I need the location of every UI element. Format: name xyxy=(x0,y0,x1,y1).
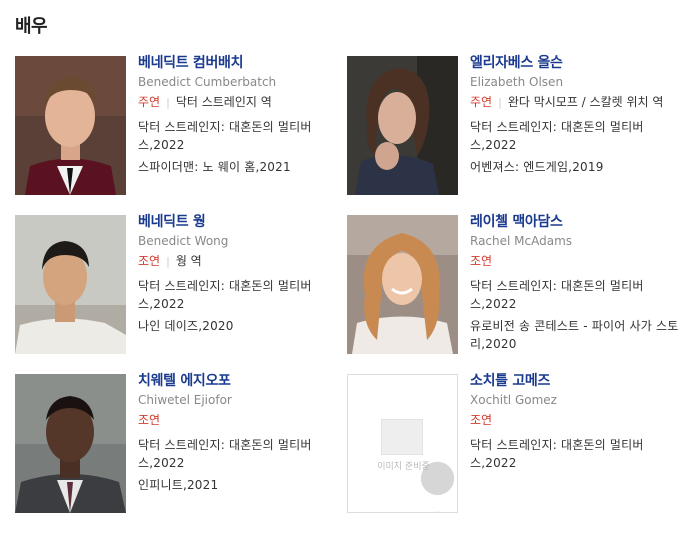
actor-name-english: Elizabeth Olsen xyxy=(470,75,564,89)
actor-name-link[interactable]: 소치틀 고메즈 xyxy=(470,373,685,389)
actor-photo-placeholder[interactable]: 이미지 준비중 xyxy=(347,374,458,513)
actor-role-line: 조연 xyxy=(138,412,353,429)
filmography-link[interactable]: 닥터 스트레인지: 대혼돈의 멀티버스,2022 xyxy=(138,277,353,313)
actor-role-line: 조연 | 웡 역 xyxy=(138,253,353,270)
filmography-link[interactable]: 유로비전 송 콘테스트 - 파이어 사가 스토리,2020 xyxy=(470,317,685,353)
actor-portrait-image xyxy=(15,215,126,354)
actor-name-link[interactable]: 레이첼 맥아담스 xyxy=(470,214,685,230)
role-divider: | xyxy=(166,96,170,109)
actor-portrait-image xyxy=(347,215,458,354)
filmography-link[interactable]: 어벤져스: 엔드게임,2019 xyxy=(470,158,685,176)
filmography-link[interactable]: 닥터 스트레인지: 대혼돈의 멀티버스,2022 xyxy=(470,277,685,313)
actor-portrait-image xyxy=(15,374,126,513)
role-type-badge: 주연 xyxy=(470,95,493,109)
actor-card: 레이첼 맥아담스 Rachel McAdams 조연 닥터 스트레인지: 대혼돈… xyxy=(347,214,687,355)
role-type-badge: 주연 xyxy=(138,95,161,109)
filmography-link[interactable]: 닥터 스트레인지: 대혼돈의 멀티버스,2022 xyxy=(138,436,353,472)
role-divider: | xyxy=(166,255,170,268)
role-divider: | xyxy=(498,96,502,109)
actor-name-link[interactable]: 치웨텔 에지오포 xyxy=(138,373,353,389)
actor-photo[interactable] xyxy=(15,215,126,354)
actor-name-link[interactable]: 엘리자베스 올슨 xyxy=(470,55,685,71)
filmography-link[interactable]: 스파이더맨: 노 웨이 홈,2021 xyxy=(138,158,353,176)
actor-card: 베네딕트 컴버배치 Benedict Cumberbatch 주연 | 닥터 스트레… xyxy=(15,55,355,196)
filmography-link[interactable]: 닥터 스트레인지: 대혼돈의 멀티버스,2022 xyxy=(470,118,685,154)
actor-card: 엘리자베스 올슨 Elizabeth Olsen 주연 | 완다 막시모프 / 스칼… xyxy=(347,55,687,196)
role-type-badge: 조연 xyxy=(470,254,493,268)
actor-name-english: Benedict Wong xyxy=(138,234,229,248)
role-type-badge: 조연 xyxy=(138,254,161,268)
no-image-text: 이미지 준비중 xyxy=(377,462,430,472)
actor-name-english: Xochitl Gomez xyxy=(470,393,557,407)
actor-photo[interactable] xyxy=(347,215,458,354)
character-role: 웡 역 xyxy=(175,254,202,268)
section-title: 배우 xyxy=(15,16,48,37)
actor-photo[interactable] xyxy=(15,56,126,195)
character-role: 완다 막시모프 / 스칼렛 위치 역 xyxy=(507,95,664,109)
actor-card: 베네딕트 웡 Benedict Wong 조연 | 웡 역 닥터 스트레인지: 대혼… xyxy=(15,214,355,355)
filmography-link[interactable]: 나인 데이즈,2020 xyxy=(138,317,353,335)
actor-role-line: 주연 | 닥터 스트레인지 역 xyxy=(138,94,353,111)
actor-role-line: 조연 xyxy=(470,253,685,270)
person-placeholder-icon xyxy=(381,419,455,512)
actor-name-english: Rachel McAdams xyxy=(470,234,573,248)
actor-name-english: Benedict Cumberbatch xyxy=(138,75,277,89)
character-role: 닥터 스트레인지 역 xyxy=(175,95,272,109)
role-type-badge: 조연 xyxy=(138,413,161,427)
actor-name-link[interactable]: 베네딕트 웡 xyxy=(138,214,353,230)
actor-card: 이미지 준비중 소치틀 고메즈 Xochitl Gomez 조연 닥터 스트레인… xyxy=(347,373,687,514)
actor-name-english: Chiwetel Ejiofor xyxy=(138,393,232,407)
actor-role-line: 주연 | 완다 막시모프 / 스칼렛 위치 역 xyxy=(470,94,685,111)
role-type-badge: 조연 xyxy=(470,413,493,427)
filmography-link[interactable]: 인피니트,2021 xyxy=(138,476,353,494)
filmography-link[interactable]: 닥터 스트레인지: 대혼돈의 멀티버스,2022 xyxy=(470,436,685,472)
actor-card: 치웨텔 에지오포 Chiwetel Ejiofor 조연 닥터 스트레인지: 대… xyxy=(15,373,355,514)
actor-name-link[interactable]: 베네딕트 컴버배치 xyxy=(138,55,353,71)
actor-role-line: 조연 xyxy=(470,412,685,429)
actor-photo[interactable] xyxy=(15,374,126,513)
actor-portrait-image xyxy=(15,56,126,195)
actor-photo[interactable] xyxy=(347,56,458,195)
actor-portrait-image xyxy=(347,56,458,195)
filmography-link[interactable]: 닥터 스트레인지: 대혼돈의 멀티버스,2022 xyxy=(138,118,353,154)
